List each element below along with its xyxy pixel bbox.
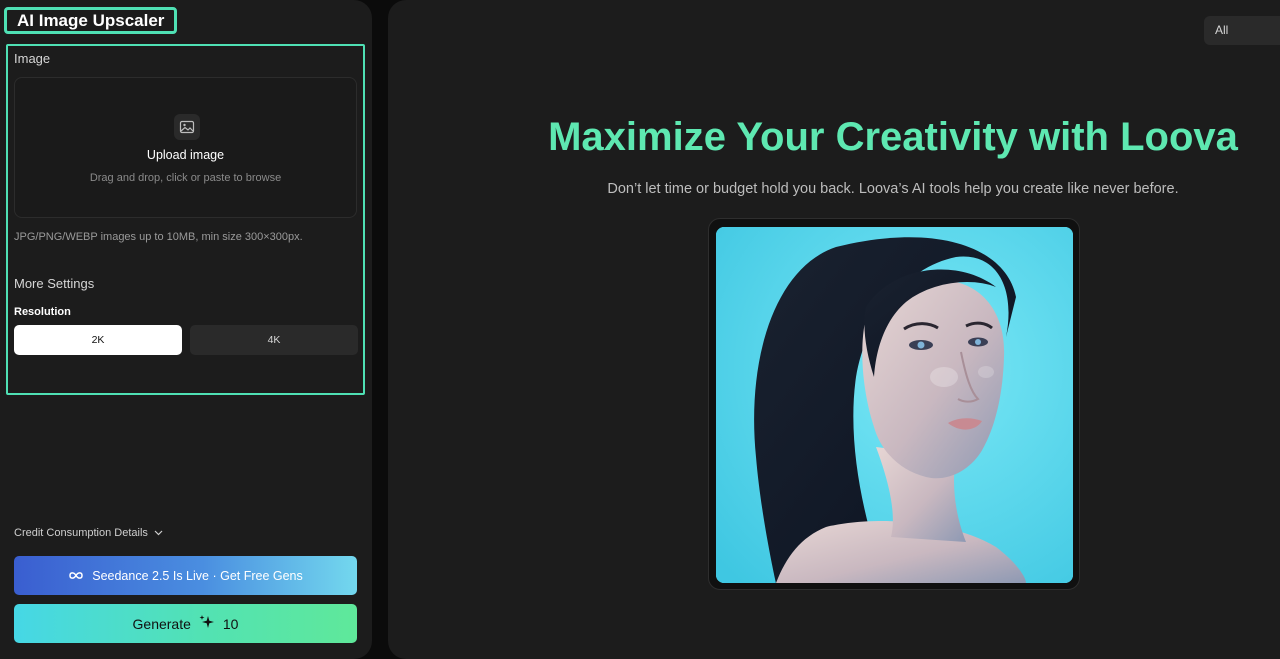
app-root: AI Image Upscaler Image Upload image Dra…: [0, 0, 1280, 659]
showcase-panel: All Maximize Your Creativity with Loova …: [388, 0, 1280, 659]
promo-label: Seedance 2.5 Is Live · Get Free Gens: [92, 568, 303, 583]
filter-select[interactable]: All: [1204, 16, 1280, 45]
infinity-icon: [68, 569, 84, 583]
generate-cost: 10: [222, 615, 239, 632]
image-icon: [174, 114, 200, 140]
credit-details-label: Credit Consumption Details: [14, 527, 148, 539]
file-requirements-note: JPG/PNG/WEBP images up to 10MB, min size…: [14, 231, 303, 243]
credit-details-toggle[interactable]: Credit Consumption Details: [14, 527, 163, 539]
upload-title: Upload image: [146, 148, 225, 162]
tool-panel: AI Image Upscaler Image Upload image Dra…: [0, 0, 372, 659]
hero-title: Maximize Your Creativity with Loova: [548, 115, 1238, 159]
image-section-label: Image: [14, 51, 51, 66]
settings-box: Image Upload image Drag and drop, click …: [6, 44, 365, 395]
resolution-4k-button[interactable]: 4K: [190, 325, 358, 355]
upload-dropzone[interactable]: Upload image Drag and drop, click or pas…: [14, 77, 357, 218]
promo-banner-button[interactable]: Seedance 2.5 Is Live · Get Free Gens: [14, 556, 357, 595]
example-image-frame: [708, 218, 1080, 590]
sparkle-icon: [199, 614, 215, 633]
upload-hint: Drag and drop, click or paste to browse: [89, 172, 282, 184]
generate-label: Generate: [132, 615, 191, 632]
resolution-label: Resolution: [14, 306, 71, 318]
chevron-down-icon: [154, 527, 163, 539]
example-portrait-image: [716, 227, 1073, 583]
app-title: AI Image Upscaler: [4, 7, 178, 34]
resolution-2k-button[interactable]: 2K: [14, 325, 182, 355]
more-settings-heading: More Settings: [14, 276, 95, 291]
generate-button[interactable]: Generate 10: [14, 604, 357, 643]
hero-subtitle: Don’t let time or budget hold you back. …: [607, 181, 1179, 197]
